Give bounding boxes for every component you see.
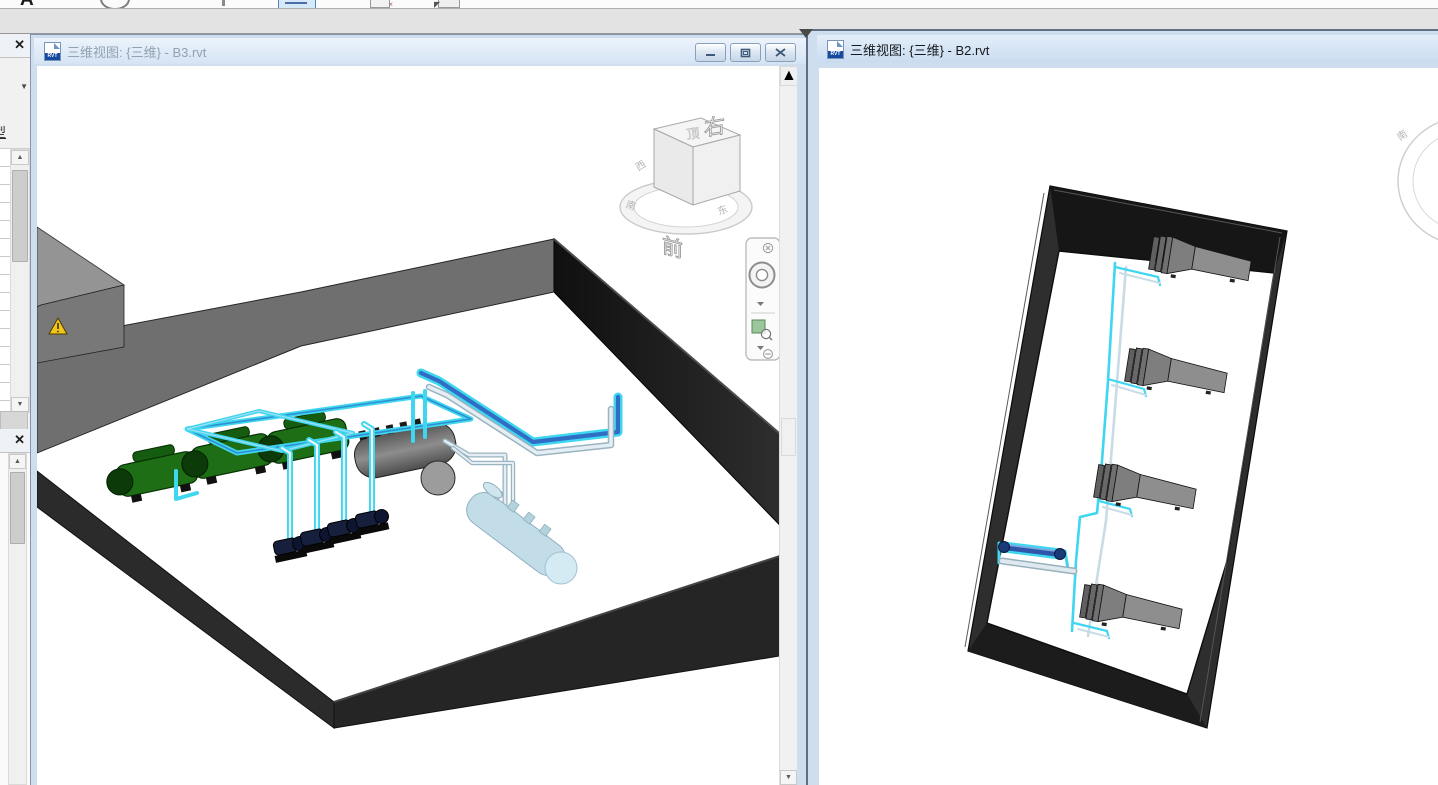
scrollbar-thumb[interactable]	[10, 472, 25, 544]
panel-resize-grip[interactable]	[0, 411, 28, 429]
gray-box[interactable]	[37, 227, 124, 363]
scroll-up-icon[interactable]: ▲	[9, 454, 26, 469]
scrollbar-thumb[interactable]	[781, 418, 796, 456]
scroll-down-icon[interactable]: ▼	[780, 770, 797, 785]
window-title: 三维视图: {三维} - B2.rvt	[850, 40, 989, 59]
scroll-down-icon[interactable]: ▼	[11, 397, 29, 412]
viewcube-right-label: 右	[704, 113, 725, 140]
viewcube[interactable]: 西 北 南 东 顶 前 右	[620, 113, 752, 262]
edit-type-link[interactable]: 型	[0, 122, 6, 141]
compass-partial[interactable]: 南	[1394, 117, 1438, 245]
properties-panel-header: ✕	[0, 34, 30, 58]
sync-tool-icon[interactable]	[100, 0, 130, 9]
rvt-file-icon: RVT	[827, 40, 844, 59]
scroll-up-icon[interactable]: ▲	[780, 66, 797, 86]
window-titlebar[interactable]: RVT 三维视图: {三维} - B3.rvt	[34, 38, 812, 64]
viewcube-front-label: 前	[662, 233, 683, 262]
3d-scene-b2: 南	[819, 68, 1438, 785]
navigation-bar[interactable]	[746, 238, 780, 360]
rvt-file-icon: RVT	[44, 42, 61, 61]
text-tool-icon[interactable]: A	[20, 0, 34, 9]
properties-scrollbar[interactable]: ▲ ▼	[10, 149, 30, 413]
3d-scene-b3: 西 北 南 东 顶 前 右	[37, 66, 780, 785]
view-canvas-b3[interactable]: 西 北 南 东 顶 前 右	[37, 66, 797, 785]
viewcube-top-label: 顶	[686, 126, 701, 142]
blue-tank[interactable]	[460, 479, 577, 584]
compass-mark: 南	[1394, 127, 1410, 143]
minimize-button[interactable]	[695, 43, 726, 62]
revit-workspace: A × ◤ ✕ ▼ 型 ▲ ▼ ✕ ▲	[0, 0, 1438, 785]
restore-button[interactable]	[730, 43, 761, 62]
view-window-b3: RVT 三维视图: {三维} - B3.rvt	[30, 34, 808, 785]
browser-scrollbar[interactable]: ▲	[8, 453, 27, 785]
project-browser-sliver: ✕ ▲	[0, 429, 31, 785]
ribbon-toolbar-cropped: A × ◤	[0, 0, 1438, 9]
properties-panel-sliver: ✕ ▼ 型 ▲ ▼	[0, 34, 31, 429]
close-icon[interactable]: ✕	[14, 37, 25, 52]
window-titlebar[interactable]: RVT 三维视图: {三维} - B2.rvt	[817, 35, 1438, 63]
compass-mark-nw: 西	[634, 159, 648, 174]
plus-tool-icon[interactable]	[222, 0, 225, 6]
close-button[interactable]	[765, 43, 796, 62]
delete-box-tool-icon[interactable]: ×	[370, 0, 390, 8]
properties-grid: ▲ ▼	[0, 148, 30, 411]
property-rows	[0, 149, 10, 411]
window-split-marker-icon	[799, 29, 813, 38]
view-window-b2: RVT 三维视图: {三维} - B2.rvt	[806, 29, 1438, 785]
vertical-scrollbar[interactable]: ▲ ▼	[779, 66, 797, 785]
import-box-tool-icon[interactable]: ◤	[438, 0, 460, 8]
scrollbar-thumb[interactable]	[12, 170, 28, 262]
view-canvas-b2[interactable]: 南	[819, 68, 1438, 785]
window-title: 三维视图: {三维} - B3.rvt	[67, 42, 206, 61]
project-browser-header: ✕	[0, 429, 30, 453]
chevron-down-icon[interactable]: ▼	[20, 82, 28, 91]
active-tool-icon[interactable]	[278, 0, 316, 9]
steering-wheel-icon[interactable]	[750, 263, 775, 288]
close-icon[interactable]: ✕	[14, 432, 25, 447]
scroll-up-icon[interactable]: ▲	[11, 150, 29, 165]
tank-end-cap	[421, 461, 455, 495]
